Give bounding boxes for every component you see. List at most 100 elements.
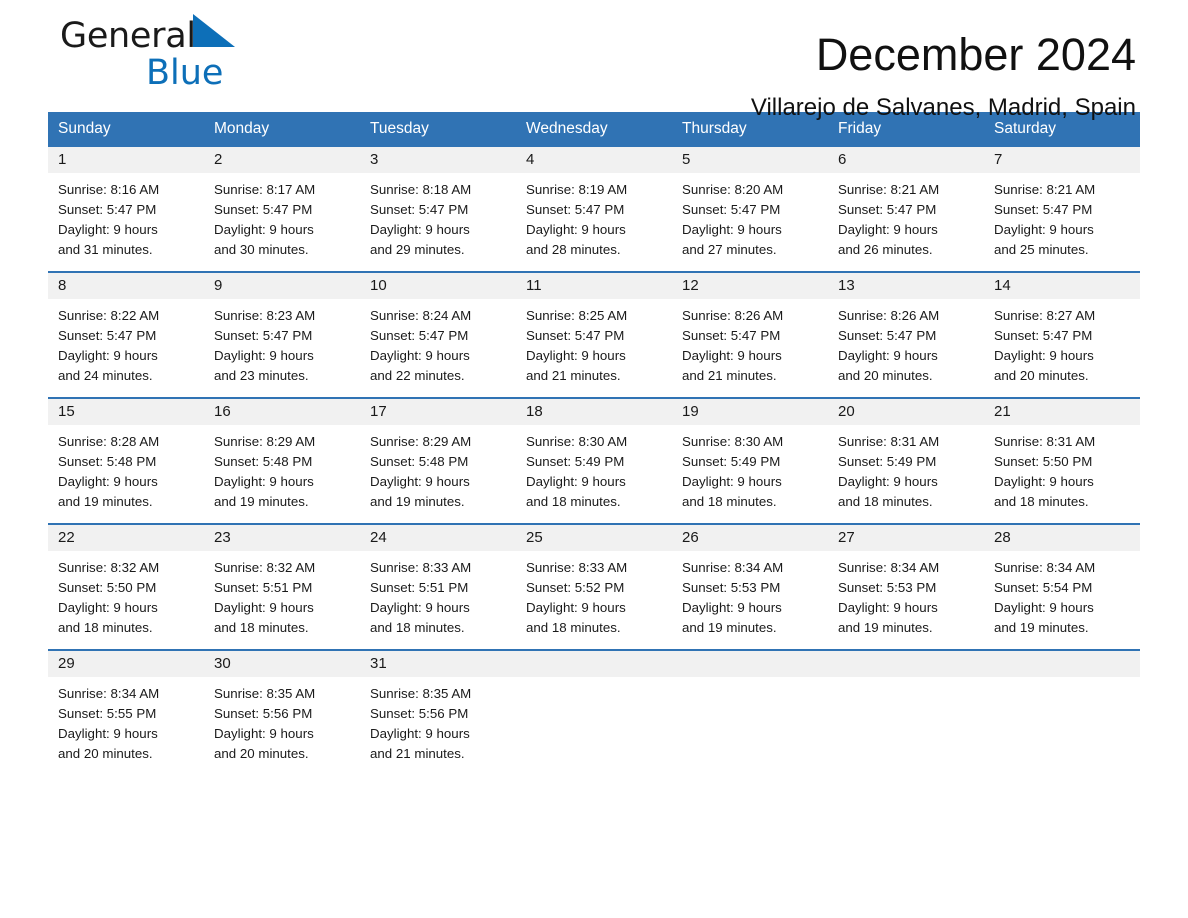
- calendar-empty-cell: [828, 649, 984, 775]
- calendar-day-cell[interactable]: 8 Sunrise: 8:22 AM Sunset: 5:47 PM Daylight…: [48, 271, 204, 398]
- calendar-day-cell[interactable]: 12 Sunrise: 8:26 AM Sunset: 5:47 PM Dayligh…: [672, 271, 828, 398]
- daylight-line1-text: Daylight: 9 hours: [214, 348, 314, 363]
- calendar-day-cell[interactable]: 13 Sunrise: 8:26 AM Sunset: 5:47 PM Dayligh…: [828, 271, 984, 398]
- calendar-day-cell[interactable]: 5 Sunrise: 8:20 AM Sunset: 5:47 PM Daylight…: [672, 147, 828, 272]
- sunrise-text: Sunrise: 8:31 AM: [838, 434, 940, 449]
- daylight-line1-text: Daylight: 9 hours: [838, 222, 938, 237]
- daylight-line2-text: and 18 minutes.: [370, 620, 465, 635]
- calendar-day-cell[interactable]: 20 Sunrise: 8:31 AM Sunset: 5:49 PM Dayligh…: [828, 397, 984, 524]
- sunrise-text: Sunrise: 8:32 AM: [214, 560, 316, 575]
- calendar-day-cell[interactable]: 10 Sunrise: 8:24 AM Sunset: 5:47 PM Dayligh…: [360, 271, 516, 398]
- sunrise-text: Sunrise: 8:32 AM: [58, 560, 160, 575]
- day-number: 11: [516, 273, 672, 299]
- daylight-line1-text: Daylight: 9 hours: [838, 474, 938, 489]
- day-number: 13: [828, 273, 984, 299]
- calendar-day-cell[interactable]: 30 Sunrise: 8:35 AM Sunset: 5:56 PM Dayligh…: [204, 649, 360, 775]
- calendar-day-cell[interactable]: 14 Sunrise: 8:27 AM Sunset: 5:47 PM Dayligh…: [984, 271, 1140, 398]
- calendar-day-cell[interactable]: 26 Sunrise: 8:34 AM Sunset: 5:53 PM Dayligh…: [672, 523, 828, 650]
- sunrise-text: Sunrise: 8:34 AM: [682, 560, 784, 575]
- daylight-line2-text: and 18 minutes.: [994, 494, 1089, 509]
- calendar-empty-cell: [516, 649, 672, 775]
- calendar-day-cell[interactable]: 23 Sunrise: 8:32 AM Sunset: 5:51 PM Dayligh…: [204, 523, 360, 650]
- calendar-day-cell[interactable]: 22 Sunrise: 8:32 AM Sunset: 5:50 PM Dayligh…: [48, 523, 204, 650]
- daylight-line2-text: and 20 minutes.: [214, 746, 309, 761]
- sunrise-text: Sunrise: 8:31 AM: [994, 434, 1096, 449]
- sunrise-text: Sunrise: 8:34 AM: [58, 686, 160, 701]
- daylight-line1-text: Daylight: 9 hours: [526, 348, 626, 363]
- daylight-line2-text: and 24 minutes.: [58, 368, 153, 383]
- day-details: Sunrise: 8:25 AM Sunset: 5:47 PM Daylight:…: [516, 299, 672, 397]
- calendar-day-cell[interactable]: 25 Sunrise: 8:33 AM Sunset: 5:52 PM Dayligh…: [516, 523, 672, 650]
- blue-triangle-icon: [192, 14, 235, 52]
- title-block: December 2024 Villarejo de Salvanes, Mad…: [416, 0, 1136, 122]
- calendar-day-cell[interactable]: 29 Sunrise: 8:34 AM Sunset: 5:55 PM Dayligh…: [48, 649, 204, 775]
- daylight-line2-text: and 25 minutes.: [994, 242, 1089, 257]
- day-number: 31: [360, 651, 516, 677]
- sunrise-text: Sunrise: 8:21 AM: [994, 182, 1096, 197]
- sunset-text: Sunset: 5:48 PM: [58, 454, 157, 469]
- sunset-text: Sunset: 5:47 PM: [214, 328, 313, 343]
- calendar-day-cell[interactable]: 4 Sunrise: 8:19 AM Sunset: 5:47 PM Daylight…: [516, 147, 672, 272]
- day-details: [828, 677, 984, 775]
- sunrise-text: Sunrise: 8:22 AM: [58, 308, 160, 323]
- calendar-day-cell[interactable]: 6 Sunrise: 8:21 AM Sunset: 5:47 PM Daylight…: [828, 147, 984, 272]
- sunset-text: Sunset: 5:53 PM: [682, 580, 781, 595]
- daylight-line2-text: and 27 minutes.: [682, 242, 777, 257]
- page-title: December 2024: [815, 29, 1136, 80]
- daylight-line2-text: and 31 minutes.: [58, 242, 153, 257]
- calendar-day-cell[interactable]: 27 Sunrise: 8:34 AM Sunset: 5:53 PM Dayligh…: [828, 523, 984, 650]
- day-details: Sunrise: 8:34 AM Sunset: 5:53 PM Daylight:…: [672, 551, 828, 649]
- day-number: 17: [360, 399, 516, 425]
- sunset-text: Sunset: 5:49 PM: [838, 454, 937, 469]
- day-number: 3: [360, 147, 516, 173]
- day-details: Sunrise: 8:31 AM Sunset: 5:50 PM Daylight:…: [984, 425, 1140, 523]
- daylight-line2-text: and 18 minutes.: [214, 620, 309, 635]
- day-number: [984, 651, 1140, 677]
- calendar-day-cell[interactable]: 24 Sunrise: 8:33 AM Sunset: 5:51 PM Dayligh…: [360, 523, 516, 650]
- sunset-text: Sunset: 5:54 PM: [994, 580, 1093, 595]
- calendar-day-cell[interactable]: 21 Sunrise: 8:31 AM Sunset: 5:50 PM Dayligh…: [984, 397, 1140, 524]
- day-details: Sunrise: 8:17 AM Sunset: 5:47 PM Daylight:…: [204, 173, 360, 271]
- calendar-day-cell[interactable]: 18 Sunrise: 8:30 AM Sunset: 5:49 PM Dayligh…: [516, 397, 672, 524]
- day-details: Sunrise: 8:21 AM Sunset: 5:47 PM Daylight:…: [984, 173, 1140, 271]
- daylight-line1-text: Daylight: 9 hours: [214, 222, 314, 237]
- calendar-day-cell[interactable]: 15 Sunrise: 8:28 AM Sunset: 5:48 PM Dayligh…: [48, 397, 204, 524]
- general-blue-logo[interactable]: General Blue: [60, 14, 320, 100]
- calendar-day-cell[interactable]: 11 Sunrise: 8:25 AM Sunset: 5:47 PM Dayligh…: [516, 271, 672, 398]
- calendar-day-cell[interactable]: 17 Sunrise: 8:29 AM Sunset: 5:48 PM Dayligh…: [360, 397, 516, 524]
- sunrise-text: Sunrise: 8:33 AM: [370, 560, 472, 575]
- sunset-text: Sunset: 5:47 PM: [682, 202, 781, 217]
- sunset-text: Sunset: 5:47 PM: [682, 328, 781, 343]
- daylight-line2-text: and 26 minutes.: [838, 242, 933, 257]
- day-number: [516, 651, 672, 677]
- calendar-day-cell[interactable]: 16 Sunrise: 8:29 AM Sunset: 5:48 PM Dayligh…: [204, 397, 360, 524]
- daylight-line1-text: Daylight: 9 hours: [370, 474, 470, 489]
- day-number: 28: [984, 525, 1140, 551]
- sunrise-text: Sunrise: 8:17 AM: [214, 182, 316, 197]
- calendar-day-cell[interactable]: 31 Sunrise: 8:35 AM Sunset: 5:56 PM Dayligh…: [360, 649, 516, 775]
- sunset-text: Sunset: 5:51 PM: [214, 580, 313, 595]
- logo-secondary-text: Blue: [146, 53, 224, 93]
- day-details: Sunrise: 8:27 AM Sunset: 5:47 PM Daylight:…: [984, 299, 1140, 397]
- day-details: Sunrise: 8:18 AM Sunset: 5:47 PM Daylight:…: [360, 173, 516, 271]
- day-number: 25: [516, 525, 672, 551]
- sunset-text: Sunset: 5:47 PM: [526, 202, 625, 217]
- calendar-day-cell[interactable]: 9 Sunrise: 8:23 AM Sunset: 5:47 PM Daylight…: [204, 271, 360, 398]
- sunrise-text: Sunrise: 8:35 AM: [370, 686, 472, 701]
- daylight-line1-text: Daylight: 9 hours: [58, 726, 158, 741]
- day-details: Sunrise: 8:24 AM Sunset: 5:47 PM Daylight:…: [360, 299, 516, 397]
- calendar-day-cell[interactable]: 19 Sunrise: 8:30 AM Sunset: 5:49 PM Dayligh…: [672, 397, 828, 524]
- calendar-day-cell[interactable]: 28 Sunrise: 8:34 AM Sunset: 5:54 PM Dayligh…: [984, 523, 1140, 650]
- calendar-day-cell[interactable]: 7 Sunrise: 8:21 AM Sunset: 5:47 PM Daylight…: [984, 147, 1140, 272]
- daylight-line2-text: and 23 minutes.: [214, 368, 309, 383]
- daylight-line2-text: and 20 minutes.: [838, 368, 933, 383]
- calendar-day-cell[interactable]: 2 Sunrise: 8:17 AM Sunset: 5:47 PM Daylight…: [204, 147, 360, 272]
- daylight-line1-text: Daylight: 9 hours: [994, 222, 1094, 237]
- sunset-text: Sunset: 5:47 PM: [58, 202, 157, 217]
- calendar-day-cell[interactable]: 1 Sunrise: 8:16 AM Sunset: 5:47 PM Daylight…: [48, 147, 204, 272]
- sunrise-text: Sunrise: 8:25 AM: [526, 308, 628, 323]
- calendar-day-cell[interactable]: 3 Sunrise: 8:18 AM Sunset: 5:47 PM Daylight…: [360, 147, 516, 272]
- sunrise-text: Sunrise: 8:23 AM: [214, 308, 316, 323]
- sunrise-text: Sunrise: 8:26 AM: [682, 308, 784, 323]
- sunset-text: Sunset: 5:49 PM: [682, 454, 781, 469]
